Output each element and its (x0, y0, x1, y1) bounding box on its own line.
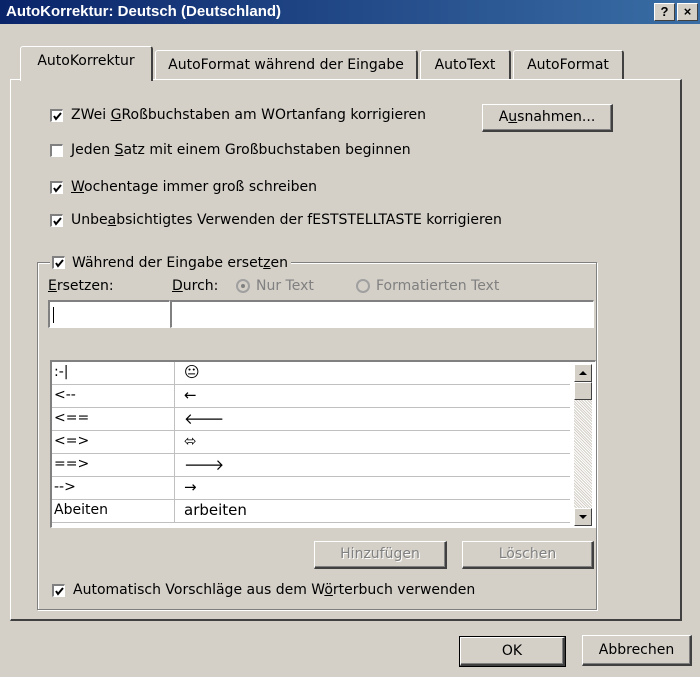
exceptions-button[interactable]: Ausnahmen... (482, 104, 613, 132)
close-icon: × (683, 4, 692, 19)
list-scrollbar[interactable] (574, 364, 592, 526)
autocorrect-list[interactable]: :-| 😐 <-- ← <== 🡐 <=> ⬄ ==> 🡒 --> → Abei… (50, 360, 596, 528)
list-item[interactable]: ==> 🡒 (52, 454, 570, 477)
window-title: AutoKorrektur: Deutsch (Deutschland) (6, 3, 282, 20)
add-button[interactable]: Hinzufügen (314, 541, 447, 569)
tab-label: AutoText (434, 57, 496, 73)
radio-plain-text-label: Nur Text (256, 278, 314, 294)
scroll-down-button[interactable] (574, 508, 592, 526)
cancel-button[interactable]: Abbrechen (582, 635, 692, 666)
checkbox-box[interactable] (50, 144, 63, 157)
option-label: Unbeabsichtigtes Verwenden der fESTSTELL… (71, 212, 502, 228)
delete-button[interactable]: Löschen (462, 541, 594, 569)
checkbox-box[interactable] (52, 584, 65, 597)
option-label: Wochentage immer groß schreiben (71, 179, 318, 195)
ok-button[interactable]: OK (459, 636, 566, 667)
title-bar: AutoKorrektur: Deutsch (Deutschland) ? × (0, 0, 700, 24)
check-mark-icon (53, 217, 62, 226)
list-item[interactable]: <-- ← (52, 385, 570, 408)
list-item[interactable]: --> → (52, 477, 570, 500)
tab-autotext[interactable]: AutoText (420, 50, 511, 79)
with-input[interactable] (170, 300, 594, 328)
radio-formatted-text[interactable] (356, 279, 370, 293)
replace-while-typing-checkbox[interactable]: Während der Eingabe ersetzen (50, 251, 292, 271)
tab-label: AutoFormat während der Eingabe (168, 57, 404, 73)
checkbox-box[interactable] (50, 214, 63, 227)
checkbox-box[interactable] (52, 256, 65, 269)
replace-label: Ersetzen: (48, 278, 114, 294)
radio-plain-text[interactable] (236, 279, 250, 293)
replace-input[interactable] (48, 300, 170, 328)
tab-label: AutoKorrektur (37, 53, 135, 69)
check-mark-icon (55, 587, 64, 596)
scroll-up-button[interactable] (574, 364, 592, 382)
option-label: Während der Eingabe ersetzen (72, 255, 289, 271)
check-mark-icon (55, 259, 64, 268)
text-cursor (53, 307, 54, 323)
with-label: Durch: (172, 278, 219, 294)
checkbox-box[interactable] (50, 109, 63, 122)
check-mark-icon (53, 112, 62, 121)
tab-autoformat-eingabe[interactable]: AutoFormat während der Eingabe (155, 50, 418, 79)
close-button[interactable]: × (677, 3, 698, 21)
list-item[interactable]: :-| 😐 (52, 362, 570, 385)
scroll-thumb[interactable] (574, 382, 592, 400)
arrow-down-icon (579, 515, 587, 519)
list-item[interactable]: <=> ⬄ (52, 431, 570, 454)
list-item[interactable]: <== 🡐 (52, 408, 570, 431)
arrow-up-icon (579, 371, 587, 375)
check-mark-icon (53, 184, 62, 193)
option-label: Automatisch Vorschläge aus dem Wörterbuc… (73, 582, 476, 598)
help-button[interactable]: ? (654, 3, 675, 21)
option-label: ZWei GRoßbuchstaben am WOrtanfang korrig… (71, 107, 427, 123)
help-icon: ? (660, 4, 669, 19)
tab-autoformat[interactable]: AutoFormat (513, 50, 624, 79)
tab-label: AutoFormat (527, 57, 609, 73)
option-label: Jeden Satz mit einem Großbuchstaben begi… (71, 142, 411, 158)
radio-formatted-text-label: Formatierten Text (376, 278, 500, 294)
tab-autokorrektur[interactable]: AutoKorrektur (20, 46, 153, 81)
checkbox-box[interactable] (50, 181, 63, 194)
list-item[interactable]: Abeiten arbeiten (52, 500, 570, 523)
